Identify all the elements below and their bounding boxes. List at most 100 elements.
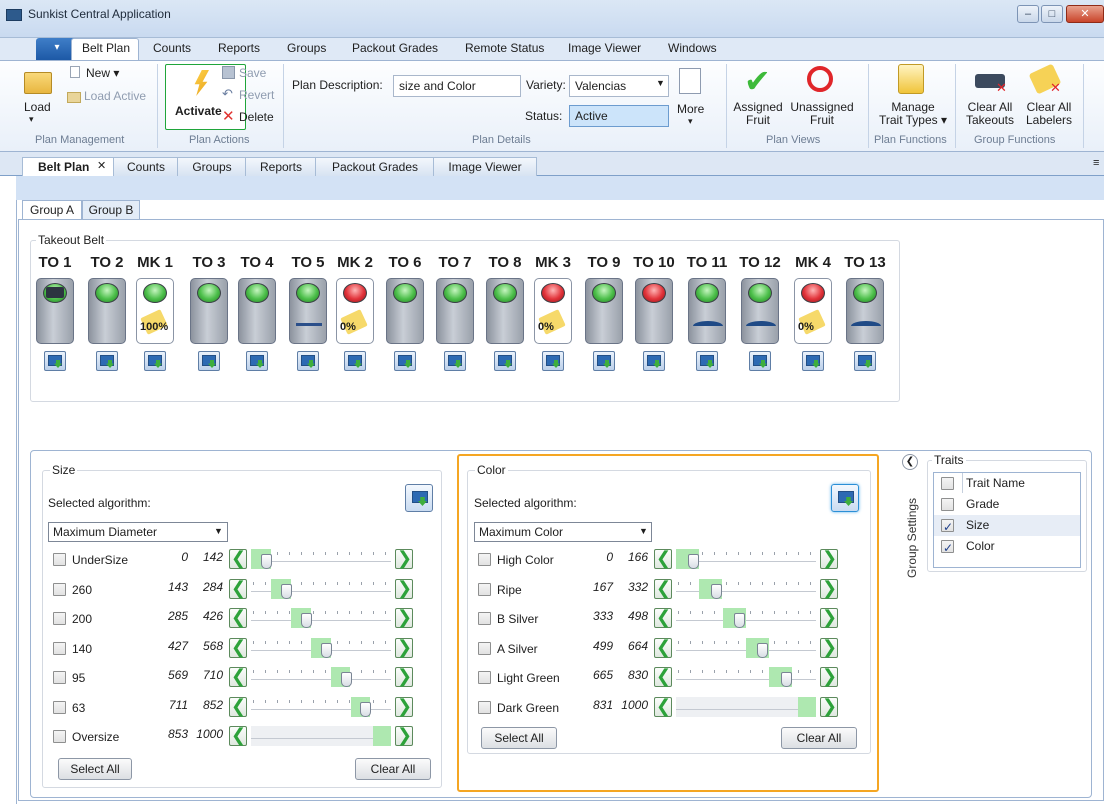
belt-export-button[interactable]	[246, 351, 268, 371]
color-range-slider[interactable]	[676, 696, 816, 717]
size-row-checkbox[interactable]	[53, 700, 66, 714]
belt-export-button[interactable]	[593, 351, 615, 371]
color-increase-chevron-icon[interactable]	[820, 666, 838, 687]
size-increase-chevron-icon[interactable]	[395, 548, 413, 569]
color-increase-chevron-icon[interactable]	[820, 578, 838, 599]
belt-position-to-3[interactable]	[190, 278, 228, 344]
belt-position-to-5[interactable]	[289, 278, 327, 344]
size-increase-chevron-icon[interactable]	[395, 578, 413, 599]
belt-export-button[interactable]	[394, 351, 416, 371]
belt-export-button[interactable]	[802, 351, 824, 371]
belt-export-button[interactable]	[444, 351, 466, 371]
ribbon-tab-counts[interactable]: Counts	[153, 41, 191, 55]
belt-position-to-4[interactable]	[238, 278, 276, 344]
belt-export-button[interactable]	[749, 351, 771, 371]
belt-position-mk-3[interactable]: 0%	[534, 278, 572, 344]
manage-trait-types-button[interactable]: Manage Trait Types ▾	[878, 101, 948, 127]
size-increase-chevron-icon[interactable]	[395, 725, 413, 746]
belt-export-button[interactable]	[96, 351, 118, 371]
size-range-slider[interactable]	[251, 608, 391, 628]
color-row-checkbox[interactable]	[478, 641, 491, 655]
size-row-checkbox[interactable]	[53, 641, 66, 655]
doc-tab-packout-grades[interactable]: Packout Grades	[315, 157, 435, 176]
belt-position-to-13[interactable]	[846, 278, 884, 344]
belt-position-to-9[interactable]	[585, 278, 623, 344]
color-decrease-chevron-icon[interactable]	[654, 548, 672, 569]
color-increase-chevron-icon[interactable]	[820, 548, 838, 569]
belt-export-button[interactable]	[344, 351, 366, 371]
color-range-slider[interactable]	[676, 578, 816, 599]
ribbon-tab-reports[interactable]: Reports	[218, 41, 260, 55]
size-row-checkbox[interactable]	[53, 582, 66, 596]
size-range-slider[interactable]	[251, 578, 391, 599]
assigned-fruit-button[interactable]: Assigned Fruit	[732, 101, 784, 127]
size-slider-thumb[interactable]	[300, 613, 312, 628]
ribbon-tab-groups[interactable]: Groups	[287, 41, 326, 55]
belt-position-to-6[interactable]	[386, 278, 424, 344]
close-button[interactable]: ✕	[1066, 5, 1104, 23]
color-increase-chevron-icon[interactable]	[820, 637, 838, 658]
size-slider-thumb[interactable]	[320, 642, 332, 658]
belt-position-mk-2[interactable]: 0%	[336, 278, 374, 344]
color-row-checkbox[interactable]	[478, 553, 491, 566]
size-range-slider[interactable]	[251, 549, 391, 569]
size-increase-chevron-icon[interactable]	[395, 607, 413, 628]
status-field[interactable]: Active	[569, 105, 669, 127]
color-decrease-chevron-icon[interactable]	[654, 578, 672, 599]
size-decrease-chevron-icon[interactable]	[229, 696, 247, 717]
size-row-checkbox[interactable]	[53, 671, 66, 684]
group-settings-label[interactable]: Group Settings	[905, 483, 923, 593]
tab-overflow-icon[interactable]: ≡	[1093, 157, 1099, 169]
ribbon-tab-belt-plan[interactable]: Belt Plan	[82, 41, 130, 55]
size-select-all-button[interactable]: Select All	[58, 758, 132, 780]
belt-position-to-1[interactable]	[36, 278, 74, 344]
load-chevron-icon[interactable]: ▾	[29, 114, 34, 125]
color-decrease-chevron-icon[interactable]	[654, 696, 672, 717]
belt-position-to-12[interactable]	[741, 278, 779, 344]
belt-export-button[interactable]	[44, 351, 66, 371]
belt-export-button[interactable]	[854, 351, 876, 371]
color-range-slider[interactable]	[676, 667, 816, 687]
color-slider-thumb[interactable]	[710, 583, 722, 599]
size-decrease-chevron-icon[interactable]	[229, 637, 247, 658]
more-chevron-icon[interactable]: ▾	[688, 116, 693, 127]
size-range-slider[interactable]	[251, 637, 391, 658]
trait-name-header[interactable]: Trait Name	[962, 473, 1066, 493]
color-range-slider[interactable]	[676, 549, 816, 569]
color-export-icon[interactable]	[831, 484, 859, 512]
belt-export-button[interactable]	[696, 351, 718, 371]
revert-button[interactable]: Revert	[239, 88, 274, 102]
size-increase-chevron-icon[interactable]	[395, 696, 413, 717]
size-row-checkbox[interactable]	[53, 730, 66, 743]
belt-position-mk-4[interactable]: 0%	[794, 278, 832, 344]
color-range-slider[interactable]	[676, 608, 816, 628]
clear-all-takeouts-button[interactable]: Clear All Takeouts	[965, 101, 1015, 127]
group-tab-a[interactable]: Group A	[22, 200, 82, 220]
size-algorithm-dropdown-icon[interactable]: ▼	[214, 526, 223, 536]
size-decrease-chevron-icon[interactable]	[229, 725, 247, 746]
color-increase-chevron-icon[interactable]	[820, 607, 838, 628]
clear-all-labelers-button[interactable]: Clear All Labelers	[1020, 101, 1078, 127]
doc-tab-image-viewer[interactable]: Image Viewer	[433, 157, 537, 176]
belt-position-to-11[interactable]	[688, 278, 726, 344]
size-range-slider[interactable]	[251, 667, 391, 687]
color-decrease-chevron-icon[interactable]	[654, 666, 672, 687]
belt-export-button[interactable]	[542, 351, 564, 371]
size-increase-chevron-icon[interactable]	[395, 637, 413, 658]
doc-tab-reports[interactable]: Reports	[245, 157, 317, 176]
color-decrease-chevron-icon[interactable]	[654, 637, 672, 658]
size-slider-thumb[interactable]	[360, 701, 372, 717]
size-increase-chevron-icon[interactable]	[395, 666, 413, 687]
size-export-icon[interactable]	[405, 484, 433, 512]
trait-row[interactable]: Grade	[934, 494, 1080, 515]
size-slider-thumb[interactable]	[340, 672, 352, 687]
size-clear-all-button[interactable]: Clear All	[355, 758, 431, 780]
size-slider-thumb[interactable]	[280, 583, 292, 599]
color-increase-chevron-icon[interactable]	[820, 696, 838, 717]
color-slider-thumb[interactable]	[687, 554, 699, 569]
belt-export-button[interactable]	[144, 351, 166, 371]
color-select-all-button[interactable]: Select All	[481, 727, 557, 749]
delete-button[interactable]: Delete	[239, 110, 274, 124]
color-slider-thumb[interactable]	[780, 672, 792, 687]
ribbon-tab-image-viewer[interactable]: Image Viewer	[568, 41, 641, 55]
